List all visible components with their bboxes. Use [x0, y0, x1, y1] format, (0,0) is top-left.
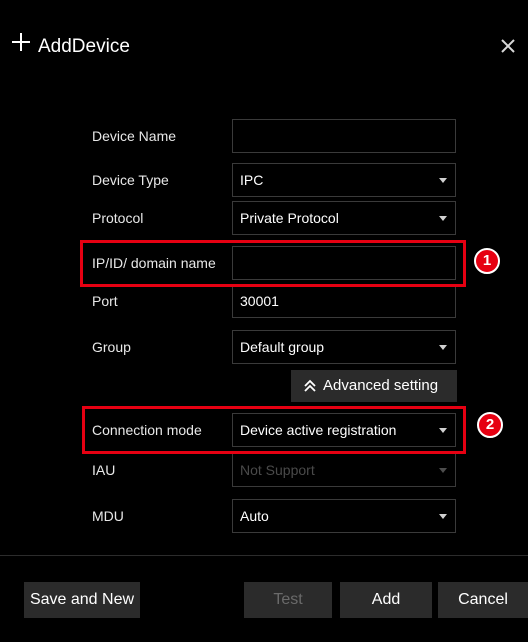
protocol-select[interactable]: Private Protocol — [232, 201, 456, 235]
iau-value: Not Support — [240, 462, 315, 478]
row-port: Port 30001 — [80, 282, 460, 320]
iau-select: Not Support — [232, 453, 456, 487]
device-name-label: Device Name — [92, 128, 177, 144]
row-protocol: Protocol Private Protocol — [80, 199, 460, 237]
plus-icon — [12, 33, 30, 51]
chevron-down-icon — [439, 216, 447, 221]
row-device-type: Device Type IPC — [80, 161, 460, 199]
close-icon[interactable] — [500, 38, 516, 54]
add-button[interactable]: Add — [340, 582, 432, 618]
chevron-down-icon — [439, 468, 447, 473]
dialog-title: AddDevice — [38, 36, 130, 57]
annotation-badge-2: 2 — [477, 412, 503, 438]
cancel-button[interactable]: Cancel — [438, 582, 528, 618]
group-value: Default group — [240, 339, 325, 355]
device-type-value: IPC — [240, 172, 264, 188]
row-mdu: MDU Auto — [80, 497, 460, 535]
add-device-dialog: AddDevice Device Name Device Type IPC Pr… — [0, 0, 528, 642]
advanced-setting-button[interactable]: Advanced setting — [291, 370, 457, 402]
double-chevron-up-icon — [304, 379, 316, 392]
advanced-setting-label: Advanced setting — [323, 377, 439, 394]
highlight-box-ip-domain — [80, 240, 466, 287]
row-device-name: Device Name — [80, 117, 460, 155]
iau-label: IAU — [92, 462, 116, 478]
device-name-input[interactable] — [232, 119, 456, 153]
chevron-down-icon — [439, 514, 447, 519]
group-label: Group — [92, 339, 131, 355]
mdu-label: MDU — [92, 508, 124, 524]
port-input[interactable]: 30001 — [232, 284, 456, 318]
mdu-value: Auto — [240, 508, 269, 524]
dialog-title-bar: AddDevice — [0, 0, 528, 96]
protocol-label: Protocol — [92, 210, 144, 226]
annotation-badge-1: 1 — [474, 248, 500, 274]
row-group: Group Default group — [80, 328, 460, 366]
group-select[interactable]: Default group — [232, 330, 456, 364]
protocol-value: Private Protocol — [240, 210, 339, 226]
footer-divider — [0, 555, 528, 556]
port-label: Port — [92, 293, 118, 309]
chevron-down-icon — [439, 178, 447, 183]
mdu-select[interactable]: Auto — [232, 499, 456, 533]
device-type-label: Device Type — [92, 172, 169, 188]
save-and-new-button[interactable]: Save and New — [24, 582, 140, 618]
highlight-box-connection-mode — [82, 406, 466, 454]
row-iau: IAU Not Support — [80, 451, 460, 489]
test-button[interactable]: Test — [244, 582, 332, 618]
device-type-select[interactable]: IPC — [232, 163, 456, 197]
chevron-down-icon — [439, 345, 447, 350]
